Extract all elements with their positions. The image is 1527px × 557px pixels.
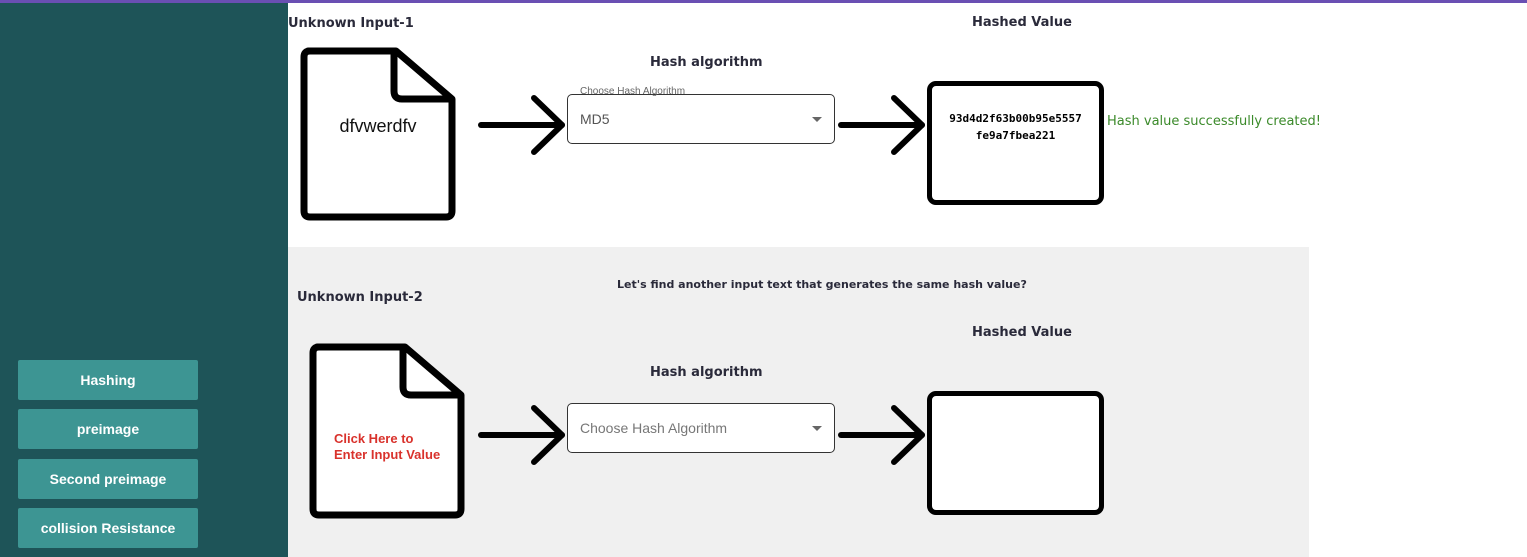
question-text: Let's find another input text that gener…: [617, 278, 1027, 291]
nav-button-second-preimage[interactable]: Second preimage: [18, 459, 198, 499]
nav-button-hashing[interactable]: Hashing: [18, 360, 198, 400]
hash-algorithm-select-1[interactable]: MD5: [567, 94, 835, 144]
arrow-right-icon: [478, 405, 565, 465]
input-2-title: Unknown Input-2: [297, 290, 423, 305]
success-message: Hash value successfully created!: [1107, 114, 1321, 129]
select-placeholder: Choose Hash Algorithm: [580, 420, 728, 436]
arrow-right-icon: [478, 95, 565, 155]
algorithm-2-title: Hash algorithm: [650, 365, 763, 380]
select-floating-label: Choose Hash Algorithm: [580, 86, 686, 97]
hash-output-box-2: [927, 391, 1104, 515]
input-1-value: dfvwerdfv: [339, 116, 417, 136]
arrow-right-icon: [838, 405, 925, 465]
selected-algorithm: MD5: [580, 111, 610, 127]
arrow-right-icon: [838, 95, 925, 155]
placeholder-line-2: Enter Input Value: [334, 447, 441, 462]
input-2-placeholder[interactable]: Click Here to Enter Input Value: [334, 431, 454, 463]
hash-output-1: 93d4d2f63b00b95e5557fe9a7fbea221: [949, 112, 1082, 142]
nav-button-collision-resistance[interactable]: collision Resistance: [18, 508, 198, 548]
dropdown-caret-icon: [812, 117, 822, 122]
hashed-value-1-title: Hashed Value: [972, 15, 1072, 30]
placeholder-line-1: Click Here to: [334, 431, 414, 446]
hash-algorithm-select-2[interactable]: Choose Hash Algorithm: [567, 403, 835, 453]
dropdown-caret-icon: [812, 426, 822, 431]
algorithm-1-title: Hash algorithm: [650, 55, 763, 70]
hashed-value-2-title: Hashed Value: [972, 325, 1072, 340]
hash-output-box-1: 93d4d2f63b00b95e5557fe9a7fbea221: [927, 81, 1104, 205]
input-1-title: Unknown Input-1: [288, 16, 414, 31]
nav-button-preimage[interactable]: preimage: [18, 409, 198, 449]
